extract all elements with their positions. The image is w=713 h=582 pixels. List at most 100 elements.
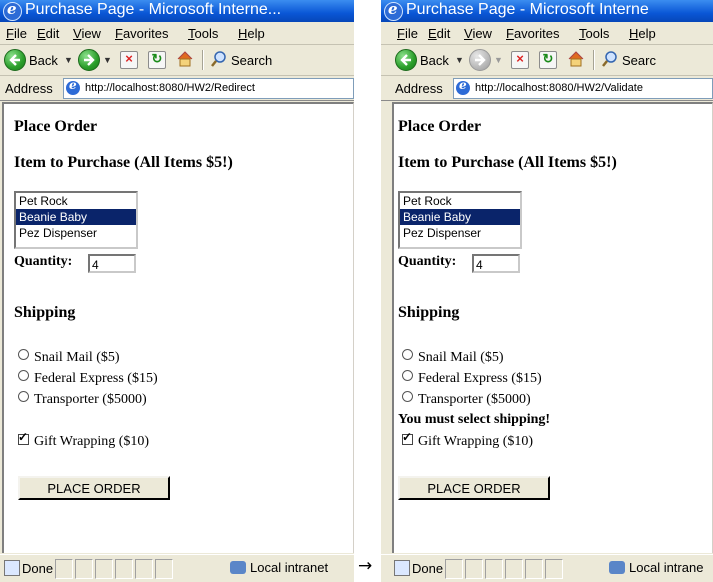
menu-help[interactable]: Help — [629, 26, 656, 41]
transition-arrow: → — [358, 556, 373, 576]
address-label: Address — [5, 81, 53, 96]
list-item[interactable]: Pet Rock — [16, 193, 136, 209]
zone-label: Local intranet — [250, 560, 329, 575]
place-order-button[interactable]: PLACE ORDER — [398, 476, 550, 500]
back-arrow-icon[interactable] — [4, 49, 26, 71]
list-item[interactable]: Pet Rock — [400, 193, 520, 209]
shipping-option-label: Snail Mail ($5) — [34, 350, 120, 365]
address-url: http://localhost:8080/HW2/Validate — [475, 82, 643, 94]
radio-button[interactable] — [402, 349, 413, 360]
gift-wrap-option[interactable]: Gift Wrapping ($10) — [18, 430, 149, 450]
address-bar: Address http://localhost:8080/HW2/Valida… — [381, 76, 713, 101]
status-pane — [505, 559, 523, 579]
address-field[interactable]: http://localhost:8080/HW2/Validate — [453, 78, 713, 99]
home-icon[interactable] — [176, 50, 194, 68]
address-url: http://localhost:8080/HW2/Redirect — [85, 82, 255, 94]
shipping-option-label: Federal Express ($15) — [418, 371, 542, 386]
item-listbox[interactable]: Pet Rock Beanie Baby Pez Dispenser — [398, 191, 522, 249]
place-order-button[interactable]: PLACE ORDER — [18, 476, 170, 500]
search-icon[interactable] — [210, 50, 228, 68]
status-text: Done — [412, 561, 444, 576]
radio-button[interactable] — [18, 391, 29, 402]
status-pane — [135, 559, 153, 579]
menu-favorites[interactable]: Favorites — [115, 26, 168, 41]
stop-icon[interactable]: × — [511, 51, 529, 69]
quantity-input[interactable]: 4 — [88, 254, 136, 273]
menu-edit[interactable]: Edit — [37, 26, 59, 41]
radio-button[interactable] — [18, 370, 29, 381]
menu-tools[interactable]: Tools — [188, 26, 218, 41]
back-arrow-icon[interactable] — [395, 49, 417, 71]
back-button-label[interactable]: Back — [420, 53, 449, 75]
page-title: Place Order — [398, 118, 482, 135]
menu-view[interactable]: View — [464, 26, 492, 41]
quantity-input[interactable]: 4 — [472, 254, 520, 273]
menu-bar: File Edit View Favorites Tools Help — [0, 22, 354, 45]
menu-favorites[interactable]: Favorites — [506, 26, 559, 41]
home-icon[interactable] — [567, 50, 585, 68]
menu-edit[interactable]: Edit — [428, 26, 450, 41]
shipping-option[interactable]: Snail Mail ($5) — [18, 349, 120, 366]
toolbar-separator — [593, 50, 595, 70]
search-button-label[interactable]: Searc — [622, 53, 656, 68]
list-item[interactable]: Pez Dispenser — [400, 225, 520, 241]
title-bar[interactable]: Purchase Page - Microsoft Interne — [381, 0, 713, 22]
internet-explorer-icon — [384, 0, 403, 21]
title-bar[interactable]: Purchase Page - Microsoft Interne... — [0, 0, 354, 22]
page-icon — [66, 79, 80, 95]
list-item-selected[interactable]: Beanie Baby — [16, 209, 136, 225]
menu-view[interactable]: View — [73, 26, 101, 41]
search-button-label[interactable]: Search — [231, 53, 272, 68]
list-item[interactable]: Pez Dispenser — [16, 225, 136, 241]
page-done-icon — [394, 560, 410, 576]
address-field[interactable]: http://localhost:8080/HW2/Redirect — [63, 78, 354, 99]
shipping-option-label: Federal Express ($15) — [34, 371, 158, 386]
shipping-option[interactable]: Transporter ($5000) — [402, 391, 531, 408]
forward-arrow-icon[interactable] — [469, 49, 491, 71]
back-dropdown-icon[interactable]: ▼ — [455, 55, 464, 65]
shipping-option[interactable]: Federal Express ($15) — [18, 370, 158, 387]
gift-wrap-option[interactable]: Gift Wrapping ($10) — [402, 430, 534, 450]
item-listbox[interactable]: Pet Rock Beanie Baby Pez Dispenser — [14, 191, 138, 249]
forward-dropdown-icon[interactable]: ▼ — [103, 55, 112, 65]
gift-wrap-checkbox[interactable] — [402, 430, 413, 445]
gift-wrap-label: Gift Wrapping ($10) — [418, 434, 534, 449]
address-bar: Address http://localhost:8080/HW2/Redire… — [0, 76, 354, 101]
shipping-option[interactable]: Transporter ($5000) — [18, 391, 147, 408]
status-bar: Done Local intrane — [381, 554, 713, 582]
browser-window-before: Purchase Page - Microsoft Interne... Fil… — [0, 0, 354, 582]
list-item-selected[interactable]: Beanie Baby — [400, 209, 520, 225]
menu-file[interactable]: File — [397, 26, 418, 41]
status-pane — [115, 559, 133, 579]
status-bar: Done Local intranet — [0, 554, 354, 582]
shipping-option[interactable]: Snail Mail ($5) — [402, 349, 504, 366]
page-content: Place Order Item to Purchase (All Items … — [392, 102, 713, 553]
page-content: Place Order Item to Purchase (All Items … — [2, 102, 354, 553]
gift-wrap-checkbox[interactable] — [18, 430, 29, 445]
status-pane — [155, 559, 173, 579]
menu-tools[interactable]: Tools — [579, 26, 609, 41]
radio-button[interactable] — [18, 349, 29, 360]
shipping-option[interactable]: Federal Express ($15) — [402, 370, 542, 387]
stop-icon[interactable]: × — [120, 51, 138, 69]
back-button-label[interactable]: Back — [29, 53, 58, 75]
menu-file[interactable]: File — [6, 26, 27, 41]
forward-dropdown-icon[interactable]: ▼ — [494, 55, 503, 65]
status-pane — [545, 559, 563, 579]
radio-button[interactable] — [402, 370, 413, 381]
menu-help[interactable]: Help — [238, 26, 265, 41]
refresh-icon[interactable]: ↻ — [539, 51, 557, 69]
back-dropdown-icon[interactable]: ▼ — [64, 55, 73, 65]
radio-button[interactable] — [402, 391, 413, 402]
search-icon[interactable] — [601, 50, 619, 68]
forward-arrow-icon[interactable] — [78, 49, 100, 71]
status-pane — [95, 559, 113, 579]
refresh-icon[interactable]: ↻ — [148, 51, 166, 69]
security-zone: Local intranet — [230, 560, 328, 575]
browser-window-after: Purchase Page - Microsoft Interne File E… — [381, 0, 713, 582]
shipping-heading: Shipping — [14, 304, 76, 321]
zone-label: Local intrane — [629, 560, 704, 575]
toolbar: Back ▼ ▼ × ↻ Search — [0, 45, 354, 76]
intranet-icon — [609, 561, 625, 574]
window-title: Purchase Page - Microsoft Interne — [406, 1, 649, 18]
